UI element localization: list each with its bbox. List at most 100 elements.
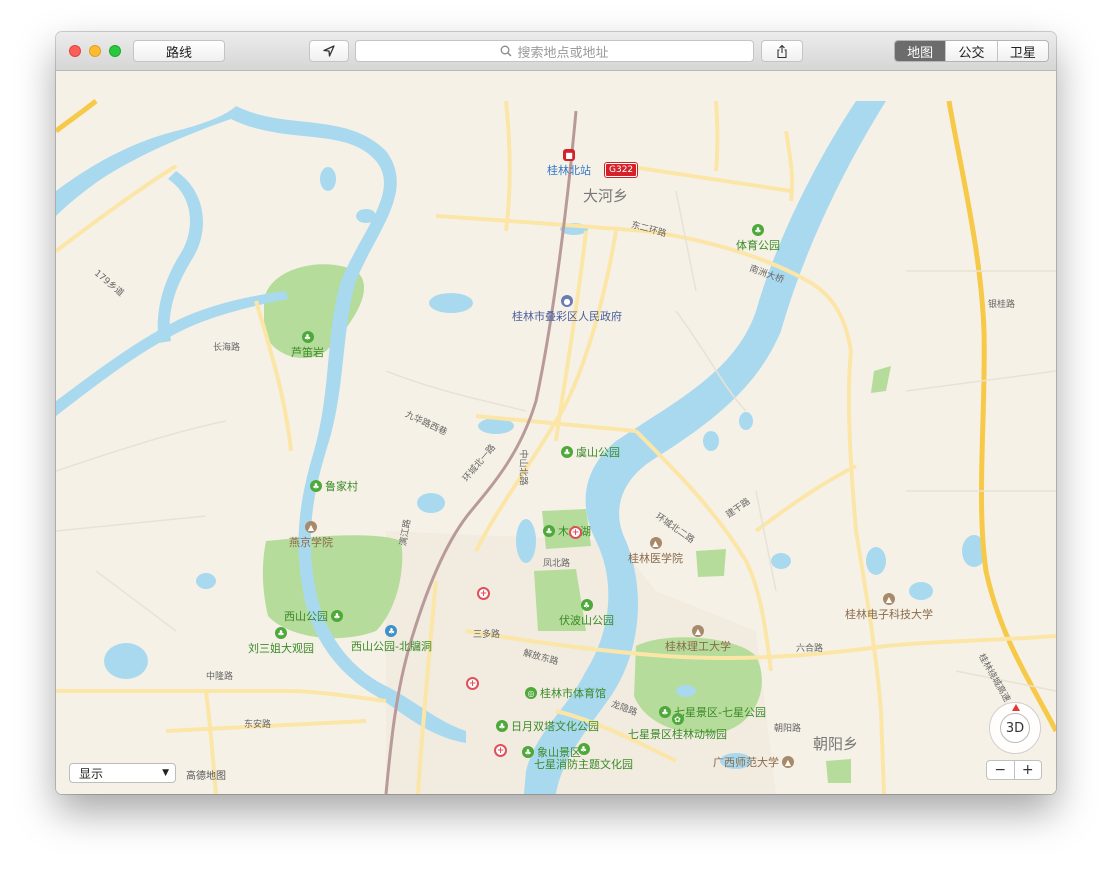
road-label-dongan: 东安路 xyxy=(244,720,272,730)
road-label-yingui: 银桂路 xyxy=(988,300,1016,310)
tree-icon: ♣ xyxy=(496,720,508,732)
maps-window: 路线 搜索地点或地址 地图 公交 卫星 大河乡 朝阳乡 G322 东二环路 南洲… xyxy=(56,32,1056,794)
show-dropdown-label: 显示 xyxy=(79,766,104,781)
road-label-sanduo: 三多路 xyxy=(473,630,501,640)
poi-qixing-zoo[interactable]: ✿ 七星景区桂林动物园 xyxy=(628,713,727,742)
tab-transit[interactable]: 公交 xyxy=(945,41,996,61)
hospital-icon: + xyxy=(477,587,490,600)
stadium-icon: ◎ xyxy=(525,687,537,699)
poi-label: 桂林北站 xyxy=(547,164,591,177)
road-label-liuhe: 六合路 xyxy=(796,644,824,654)
poi-label: 刘三姐大观园 xyxy=(248,642,314,655)
tab-satellite[interactable]: 卫星 xyxy=(996,41,1048,61)
poi-fire-park[interactable]: ♣ 七星消防主题文化园 xyxy=(534,743,633,772)
train-station-icon: ■ xyxy=(563,149,575,161)
poi-label: 桂林市叠彩区人民政府 xyxy=(512,310,622,323)
poi-label: 鲁家村 xyxy=(325,480,358,493)
poi-label: 桂林医学院 xyxy=(628,552,683,565)
tree-icon: ♣ xyxy=(580,599,593,611)
poi-yanjing-college[interactable]: ▲ 燕京学院 xyxy=(289,521,333,550)
compass-3d-control[interactable]: 3D xyxy=(989,702,1041,754)
poi-sports-park[interactable]: ♣ 体育公园 xyxy=(736,224,780,253)
poi-label: 七星消防主题文化园 xyxy=(534,758,633,771)
poi-diecai-government[interactable]: ● 桂林市叠彩区人民政府 xyxy=(512,295,622,324)
poi-guilin-north-station[interactable]: ■ 桂林北站 xyxy=(547,149,591,178)
share-button[interactable] xyxy=(761,40,803,62)
poi-xishan-park[interactable]: 西山公园 ♣ xyxy=(284,608,343,624)
location-arrow-icon xyxy=(323,45,335,57)
zoom-out-button[interactable]: − xyxy=(987,761,1015,779)
paw-icon: ✿ xyxy=(671,713,684,725)
tree-icon: ♣ xyxy=(301,331,314,343)
poi-label: 广西师范大学 xyxy=(713,756,779,769)
road-label-zhonglong: 中隆路 xyxy=(206,672,234,682)
tree-icon: ♣ xyxy=(310,480,322,492)
map-canvas[interactable]: 大河乡 朝阳乡 G322 东二环路 南洲大桥 环城北一路 环城北二路 解放东路 … xyxy=(56,71,1056,794)
poi-fubo-park[interactable]: ♣ 伏波山公园 xyxy=(559,599,614,628)
hospital-icon: + xyxy=(569,526,582,539)
poi-label: 桂林理工大学 xyxy=(665,640,731,653)
search-placeholder: 搜索地点或地址 xyxy=(517,45,609,61)
tree-icon: ♣ xyxy=(543,525,555,537)
hospital-marker[interactable]: + xyxy=(569,526,582,539)
poi-lujia-village[interactable]: ♣ 鲁家村 xyxy=(310,478,358,494)
tree-icon: ♣ xyxy=(275,627,287,639)
graduation-cap-icon: ▲ xyxy=(305,521,317,533)
poi-riyue-pagoda[interactable]: ♣ 日月双塔文化公园 xyxy=(496,718,599,734)
poi-gymnasium[interactable]: ◎ 桂林市体育馆 xyxy=(525,685,606,701)
poi-normal-university[interactable]: 广西师范大学 ▲ xyxy=(713,754,794,770)
graduation-cap-icon: ▲ xyxy=(883,593,895,605)
district-dahe: 大河乡 xyxy=(583,187,629,205)
minimize-button[interactable] xyxy=(89,45,101,57)
poi-mulong-lake[interactable]: ♣ 木龙湖 xyxy=(543,523,591,539)
tree-icon: ♣ xyxy=(577,743,590,755)
zoom-in-button[interactable]: + xyxy=(1015,761,1042,779)
poi-label: 桂林电子科技大学 xyxy=(845,608,933,621)
graduation-cap-icon: ▲ xyxy=(782,756,794,768)
g322-shield: G322 xyxy=(603,162,639,178)
graduation-cap-icon: ▲ xyxy=(692,625,704,637)
close-button[interactable] xyxy=(69,45,81,57)
3d-toggle-button[interactable]: 3D xyxy=(1000,713,1030,743)
title-bar: 路线 搜索地点或地址 地图 公交 卫星 xyxy=(56,32,1056,71)
hospital-marker[interactable]: + xyxy=(477,587,490,600)
poi-label: 七星景区桂林动物园 xyxy=(628,728,727,741)
search-icon xyxy=(501,45,512,57)
show-dropdown[interactable]: 显示 ▼ xyxy=(69,763,176,783)
poi-label: 体育公园 xyxy=(736,239,780,252)
poi-medical-college[interactable]: ▲ 桂林医学院 xyxy=(628,537,683,566)
poi-label: 日月双塔文化公园 xyxy=(511,720,599,733)
district-chaoyang: 朝阳乡 xyxy=(813,735,859,753)
poi-label: 芦笛岩 xyxy=(291,346,324,359)
hospital-icon: + xyxy=(466,677,479,690)
share-icon xyxy=(777,44,787,58)
tree-icon: ♣ xyxy=(522,746,534,758)
search-input[interactable]: 搜索地点或地址 xyxy=(355,40,754,62)
tree-icon: ♣ xyxy=(752,224,764,236)
poi-label: 西山公园 xyxy=(284,610,328,623)
hospital-icon: + xyxy=(494,744,507,757)
hospital-marker[interactable]: + xyxy=(466,677,479,690)
tree-icon: ♣ xyxy=(331,610,343,622)
poi-electronic-university[interactable]: ▲ 桂林电子科技大学 xyxy=(845,593,933,622)
map-attribution[interactable]: 高德地图 xyxy=(186,767,226,782)
poi-label: 燕京学院 xyxy=(289,536,333,549)
government-icon: ● xyxy=(561,295,573,307)
hospital-marker[interactable]: + xyxy=(494,744,507,757)
poi-yushan-park[interactable]: ♣ 虞山公园 xyxy=(561,444,620,460)
map-mode-segmented: 地图 公交 卫星 xyxy=(894,40,1049,62)
road-label-zhongshan-north: 中山北路 xyxy=(517,449,528,486)
poi-xishan-beipiao[interactable]: ♣ 西山公园-北牖洞 xyxy=(351,625,432,654)
current-location-button[interactable] xyxy=(309,40,349,62)
poi-tech-university[interactable]: ▲ 桂林理工大学 xyxy=(665,625,731,654)
chevron-down-icon: ▼ xyxy=(162,768,169,778)
directions-button[interactable]: 路线 xyxy=(133,40,225,62)
road-label-changhai: 长海路 xyxy=(213,343,241,353)
graduation-cap-icon: ▲ xyxy=(649,537,662,549)
poi-ludi-yan[interactable]: ♣ 芦笛岩 xyxy=(291,331,324,360)
poi-label: 虞山公园 xyxy=(576,446,620,459)
poi-liu-sanjie[interactable]: ♣ 刘三姐大观园 xyxy=(248,627,314,656)
zoom-window-button[interactable] xyxy=(109,45,121,57)
poi-label: 桂林市体育馆 xyxy=(540,687,606,700)
tab-map[interactable]: 地图 xyxy=(895,41,946,61)
